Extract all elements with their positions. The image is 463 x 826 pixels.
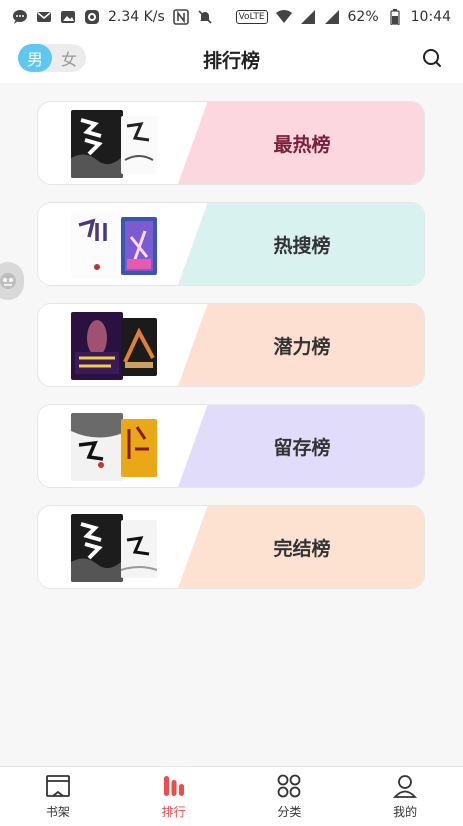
book-cover bbox=[121, 520, 157, 578]
network-speed: 2.34 K/s bbox=[108, 8, 165, 25]
book-cover bbox=[71, 211, 123, 279]
profile-icon bbox=[393, 775, 418, 798]
search-icon bbox=[423, 49, 441, 67]
status-bar: 2.34 K/s VoLTE 62% 10:44 bbox=[0, 0, 463, 33]
message-icon bbox=[12, 9, 28, 25]
nav-label: 分类 bbox=[277, 805, 302, 819]
ranking-card-completed[interactable]: 完结榜 bbox=[37, 505, 425, 589]
battery-icon bbox=[387, 8, 403, 25]
nfc-icon bbox=[173, 8, 189, 25]
assistant-face-icon bbox=[0, 273, 16, 289]
ranking-card-hottest[interactable]: 最热榜 bbox=[37, 101, 425, 185]
ranking-icon bbox=[163, 776, 184, 796]
bottom-nav: 书架 排行 分类 我的 bbox=[0, 766, 463, 826]
book-covers bbox=[71, 312, 157, 380]
ranking-card-label: 热搜榜 bbox=[273, 234, 331, 257]
ranking-card-retention[interactable]: 留存榜 bbox=[37, 404, 425, 488]
category-icon bbox=[277, 774, 301, 798]
ranking-list: 最热榜 热搜榜 潜力榜 留存榜 完结榜 bbox=[37, 101, 425, 606]
clock: 10:44 bbox=[410, 8, 451, 25]
ranking-card-label: 完结榜 bbox=[273, 537, 331, 560]
signal-icon bbox=[300, 9, 316, 25]
book-covers bbox=[71, 514, 157, 582]
header: 男 女 排行榜 bbox=[0, 33, 463, 83]
book-cover bbox=[71, 413, 123, 481]
signal-2-icon bbox=[324, 9, 340, 25]
book-cover bbox=[121, 419, 157, 477]
nav-category[interactable]: 分类 bbox=[232, 767, 348, 826]
page-title: 排行榜 bbox=[202, 50, 260, 72]
ranking-card-label: 最热榜 bbox=[273, 133, 331, 156]
nav-label: 我的 bbox=[393, 805, 418, 819]
ranking-card-label: 潜力榜 bbox=[273, 335, 331, 358]
book-cover bbox=[121, 217, 157, 275]
book-cover bbox=[71, 110, 123, 178]
book-covers bbox=[71, 211, 157, 279]
book-cover bbox=[121, 318, 157, 376]
nav-ranking[interactable]: 排行 bbox=[116, 767, 232, 826]
status-bar-right: VoLTE 62% 10:44 bbox=[235, 8, 451, 25]
ranking-card-potential[interactable]: 潜力榜 bbox=[37, 303, 425, 387]
search-button[interactable] bbox=[421, 47, 443, 69]
app-notification-icon bbox=[84, 9, 100, 25]
floating-assistant-button[interactable] bbox=[0, 262, 24, 300]
nav-label: 排行 bbox=[161, 805, 186, 819]
bookshelf-icon bbox=[45, 775, 70, 797]
book-cover bbox=[121, 116, 157, 174]
mute-icon bbox=[197, 9, 213, 25]
mail-icon bbox=[36, 9, 52, 25]
ranking-card-label: 留存榜 bbox=[273, 436, 331, 459]
battery-percent: 62% bbox=[347, 8, 379, 25]
status-bar-left: 2.34 K/s bbox=[12, 9, 213, 25]
book-cover bbox=[71, 514, 123, 582]
book-covers bbox=[71, 110, 157, 178]
book-cover bbox=[71, 312, 123, 380]
volte-badge: VoLTE bbox=[235, 9, 268, 24]
wifi-icon bbox=[275, 9, 292, 25]
book-covers bbox=[71, 413, 157, 481]
nav-label: 书架 bbox=[45, 805, 70, 819]
nav-profile[interactable]: 我的 bbox=[347, 767, 463, 826]
nav-bookshelf[interactable]: 书架 bbox=[0, 767, 116, 826]
ranking-card-trending-search[interactable]: 热搜榜 bbox=[37, 202, 425, 286]
image-icon bbox=[60, 9, 76, 25]
